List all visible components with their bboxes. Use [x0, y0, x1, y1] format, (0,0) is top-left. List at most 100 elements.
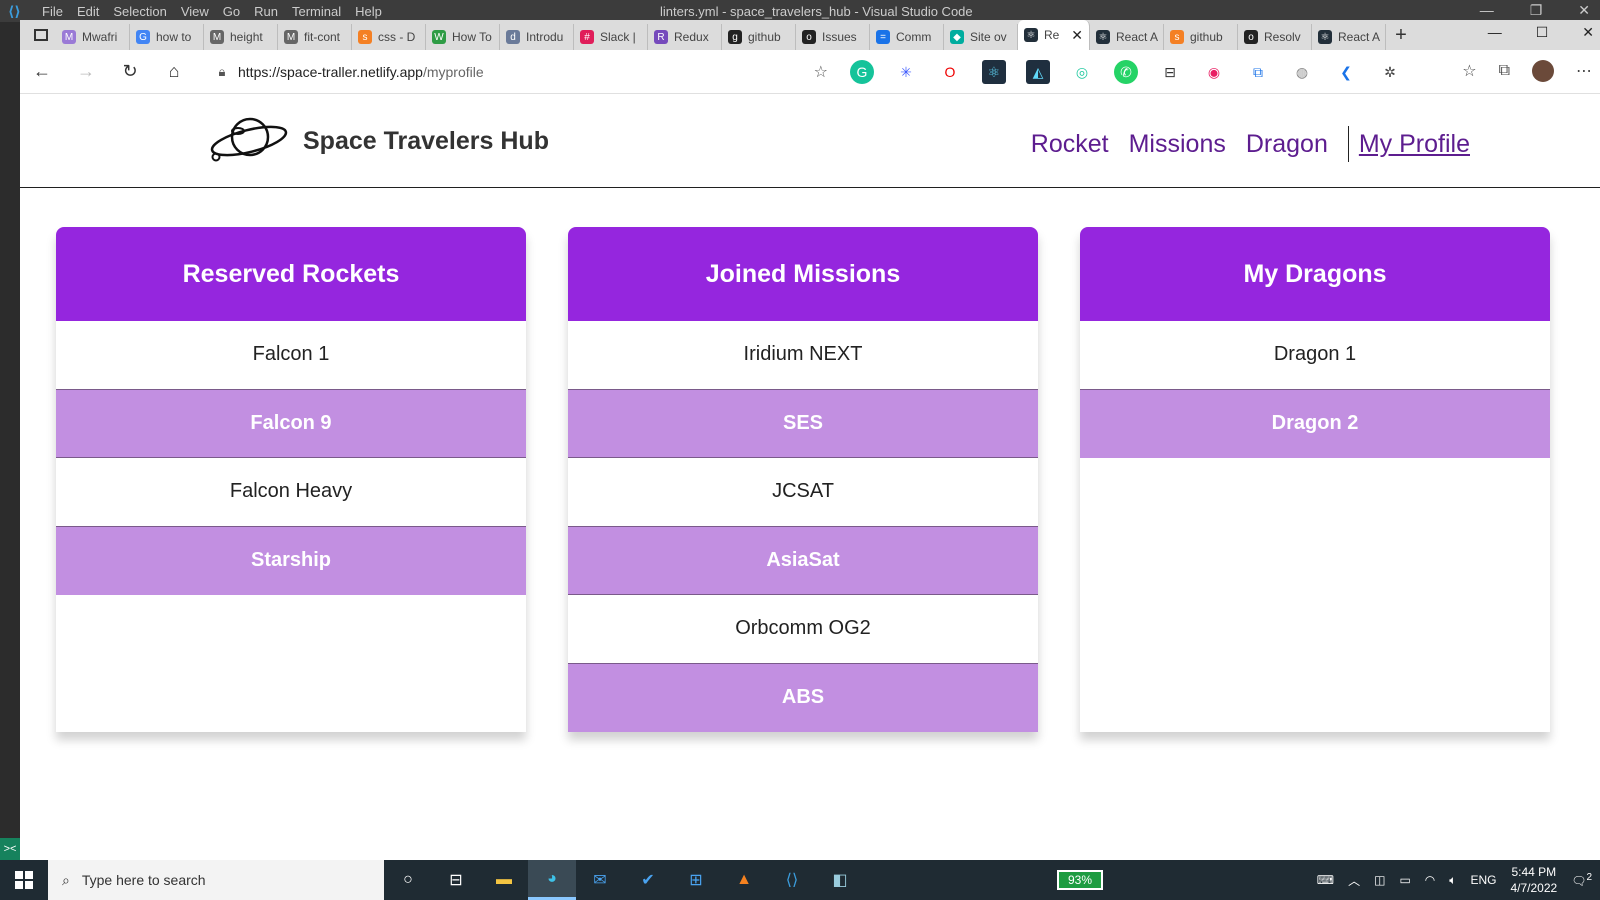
browser-tab[interactable]: R Redux: [648, 24, 722, 50]
forward-button[interactable]: →: [64, 61, 108, 82]
extension-icon[interactable]: ⧉: [1246, 60, 1270, 84]
cortana-icon[interactable]: ○: [384, 860, 432, 900]
browser-tab[interactable]: W How To: [426, 24, 500, 50]
vscode-icon[interactable]: ⟨⟩: [768, 860, 816, 900]
browser-tab[interactable]: ◆ Site ov: [944, 24, 1018, 50]
power-icon[interactable]: ▭: [1399, 873, 1410, 887]
edge-icon[interactable]: ◕: [528, 860, 576, 900]
favorites-icon[interactable]: ☆: [1462, 61, 1476, 81]
menu-terminal[interactable]: Terminal: [292, 4, 341, 19]
menu-go[interactable]: Go: [223, 4, 240, 19]
chevron-up-icon[interactable]: ︿: [1348, 872, 1360, 889]
taskbar-search[interactable]: ⌕ Type here to search: [48, 860, 384, 900]
grammarly-icon[interactable]: G: [850, 60, 874, 84]
battery-indicator[interactable]: 93%: [1057, 870, 1103, 890]
tab-close-icon[interactable]: ✕: [1071, 27, 1083, 44]
file-explorer-icon[interactable]: ▬: [480, 860, 528, 900]
task-view-icon[interactable]: ⊟: [432, 860, 480, 900]
tab-favicon-icon: ⚛: [1024, 28, 1038, 42]
app-icon[interactable]: ◧: [816, 860, 864, 900]
extension-icon[interactable]: ⊟: [1158, 60, 1182, 84]
browser-tab[interactable]: s css - D: [352, 24, 426, 50]
vscode-menu: File Edit Selection View Go Run Terminal…: [42, 4, 382, 19]
browser-tab[interactable]: Mheight: [204, 24, 278, 50]
remote-indicator[interactable]: ><: [0, 838, 20, 860]
list-item: Iridium NEXT: [568, 321, 1038, 390]
favorite-icon[interactable]: ☆: [814, 62, 828, 82]
minimize-icon[interactable]: —: [1480, 2, 1494, 19]
whatsapp-icon[interactable]: ✆: [1114, 60, 1138, 84]
menu-help[interactable]: Help: [355, 4, 382, 19]
collections-icon[interactable]: ⧉: [1499, 62, 1510, 80]
browser-tab[interactable]: o Issues: [796, 24, 870, 50]
browser-tab[interactable]: # Slack |: [574, 24, 648, 50]
browser-tab[interactable]: ⚛ React A: [1312, 24, 1386, 50]
todo-icon[interactable]: ✔: [624, 860, 672, 900]
browser-tab[interactable]: = Comm: [870, 24, 944, 50]
extensions-puzzle-icon[interactable]: ✲: [1378, 60, 1402, 84]
tab-favicon-icon: #: [580, 30, 594, 44]
planet-logo-icon[interactable]: [208, 111, 290, 167]
url-input[interactable]: 🔒︎ https://space-traller.netlify.app/myp…: [206, 56, 836, 88]
system-tray: ⌨ ︿ ◫ ▭ ◠ 🔈︎ ENG 5:44 PM 4/7/2022 🗨︎2: [1317, 860, 1592, 900]
close-icon[interactable]: ✕: [1582, 24, 1594, 41]
colorpick-icon[interactable]: ◉: [1202, 60, 1226, 84]
extension-star-icon[interactable]: ✳: [894, 60, 918, 84]
refresh-button[interactable]: ↻: [108, 61, 152, 82]
clock[interactable]: 5:44 PM 4/7/2022: [1510, 864, 1557, 896]
more-menu-icon[interactable]: ⋯: [1576, 61, 1592, 81]
maximize-icon[interactable]: ☐: [1536, 24, 1549, 41]
volume-icon[interactable]: 🔈︎: [1449, 873, 1456, 888]
close-icon[interactable]: ✕: [1578, 2, 1590, 19]
browser-tab[interactable]: ⚛ Re ✕: [1018, 20, 1090, 50]
nav-dragon[interactable]: Dragon: [1246, 130, 1328, 159]
language-indicator[interactable]: ENG: [1470, 873, 1496, 887]
menu-selection[interactable]: Selection: [113, 4, 166, 19]
browser-tab[interactable]: d Introdu: [500, 24, 574, 50]
browser-tab[interactable]: M Mwafri: [56, 24, 130, 50]
site-header: Space Travelers Hub Rocket Missions Drag…: [20, 95, 1600, 188]
minimize-icon[interactable]: —: [1488, 24, 1502, 41]
browser-tab[interactable]: s github: [1164, 24, 1238, 50]
back-button[interactable]: ←: [20, 61, 64, 82]
start-button[interactable]: [0, 860, 48, 900]
lock-icon[interactable]: 🔒︎: [206, 64, 238, 80]
tab-actions-icon[interactable]: [26, 20, 56, 50]
vscode-window-controls: — ❐ ✕: [1480, 2, 1590, 19]
web-page: Space Travelers Hub Rocket Missions Drag…: [20, 95, 1600, 860]
browser-tab[interactable]: ⚛ React A: [1090, 24, 1164, 50]
menu-view[interactable]: View: [181, 4, 209, 19]
browser-tab[interactable]: g github: [722, 24, 796, 50]
extension-icon[interactable]: ◭: [1026, 60, 1050, 84]
react-devtools-icon[interactable]: ⚛: [982, 60, 1006, 84]
browser-tab[interactable]: o Resolv: [1238, 24, 1312, 50]
nav-rocket[interactable]: Rocket: [1031, 130, 1109, 159]
extension-icon[interactable]: ◎: [1070, 60, 1094, 84]
browser-tab[interactable]: Mfit-cont: [278, 24, 352, 50]
opera-icon[interactable]: O: [938, 60, 962, 84]
keyboard-icon[interactable]: ⌨: [1317, 873, 1334, 887]
meet-icon[interactable]: ◫: [1374, 873, 1385, 887]
menu-file[interactable]: File: [42, 4, 63, 19]
main-nav: Rocket Missions Dragon My Profile: [1011, 126, 1470, 162]
store-icon[interactable]: ⊞: [672, 860, 720, 900]
extension-icon[interactable]: ❮: [1334, 60, 1358, 84]
mail-icon[interactable]: ✉: [576, 860, 624, 900]
list-item: Starship: [56, 526, 526, 595]
menu-edit[interactable]: Edit: [77, 4, 99, 19]
tab-label: css - D: [378, 30, 416, 44]
notification-icon[interactable]: 🗨︎2: [1571, 872, 1592, 888]
extension-icon[interactable]: ◍: [1290, 60, 1314, 84]
new-tab-button[interactable]: +: [1386, 24, 1416, 47]
tab-label: how to: [156, 30, 192, 44]
home-button[interactable]: ⌂: [152, 61, 196, 82]
nav-my-profile[interactable]: My Profile: [1359, 130, 1470, 159]
profile-avatar[interactable]: [1532, 60, 1554, 82]
menu-run[interactable]: Run: [254, 4, 278, 19]
nav-missions[interactable]: Missions: [1129, 130, 1226, 159]
vlc-icon[interactable]: ▲: [720, 860, 768, 900]
wifi-icon[interactable]: ◠: [1425, 873, 1435, 887]
restore-icon[interactable]: ❐: [1530, 2, 1543, 19]
browser-tab[interactable]: Ghow to: [130, 24, 204, 50]
browser-window: M Mwafri Ghow to Mheight Mfit-cont s css - DWH…: [20, 20, 1600, 860]
